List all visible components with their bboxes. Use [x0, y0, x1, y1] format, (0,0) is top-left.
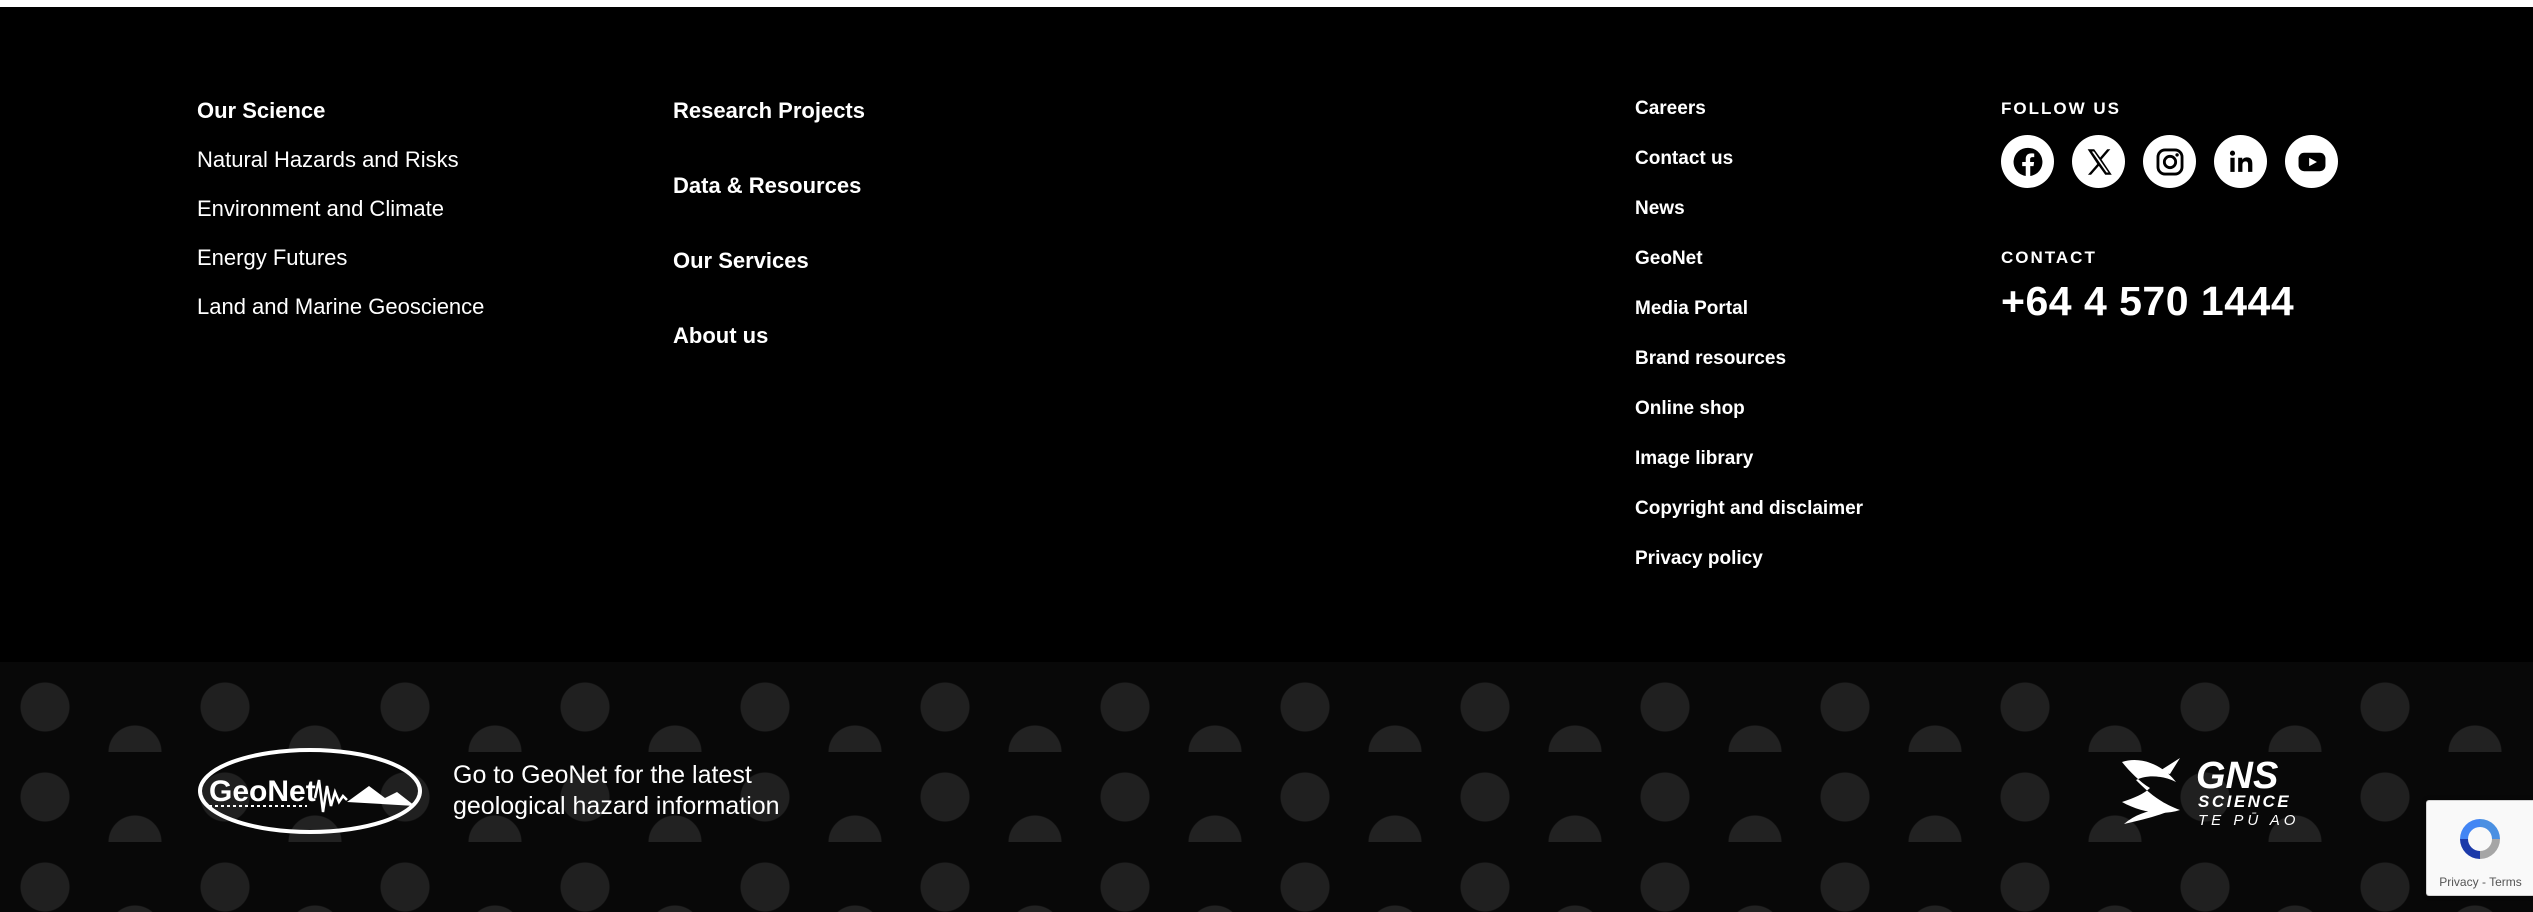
x-twitter-icon[interactable] — [2072, 135, 2125, 188]
link-geonet[interactable]: GeoNet — [1635, 249, 1863, 268]
geonet-promo-text: Go to GeoNet for the latest geological h… — [453, 760, 780, 822]
youtube-icon[interactable] — [2285, 135, 2338, 188]
link-copyright-disclaimer[interactable]: Copyright and disclaimer — [1635, 499, 1863, 518]
link-contact-us[interactable]: Contact us — [1635, 149, 1863, 168]
gns-science-logo[interactable]: GNS SCIENCE TE PŪ AO — [2118, 754, 2332, 830]
link-environment-climate[interactable]: Environment and Climate — [197, 198, 484, 220]
follow-us-label: FOLLOW US — [2001, 99, 2121, 118]
link-research-projects[interactable]: Research Projects — [673, 100, 865, 122]
facebook-icon[interactable] — [2001, 135, 2054, 188]
linkedin-icon[interactable] — [2214, 135, 2267, 188]
top-divider — [0, 0, 2533, 7]
our-science-column: Our Science Natural Hazards and Risks En… — [197, 100, 484, 345]
gns-logo-tepuao: TE PŪ AO — [2198, 812, 2299, 829]
pattern-band: GeoNet Go to GeoNet for the latest geolo… — [0, 662, 2533, 912]
geonet-logo-icon: GeoNet — [198, 748, 422, 834]
gns-logo-name: GNS — [2196, 755, 2278, 797]
recaptcha-badge[interactable]: Privacy - Terms — [2426, 800, 2533, 896]
geonet-promo-link[interactable]: GeoNet Go to GeoNet for the latest geolo… — [197, 746, 780, 836]
recaptcha-terms-link[interactable]: Terms — [2489, 875, 2522, 889]
social-links — [2001, 135, 2338, 188]
main-links-column: Research Projects Data & Resources Our S… — [673, 100, 865, 400]
link-brand-resources[interactable]: Brand resources — [1635, 349, 1863, 368]
geonet-promo-line-1: Go to GeoNet for the latest — [453, 761, 752, 789]
link-privacy-policy[interactable]: Privacy policy — [1635, 549, 1863, 568]
recaptcha-separator: - — [2478, 875, 2490, 889]
geonet-logo-text: GeoNet — [209, 775, 316, 808]
link-image-library[interactable]: Image library — [1635, 449, 1863, 468]
recaptcha-links: Privacy - Terms — [2427, 875, 2533, 889]
follow-contact-column: FOLLOW US CONTACT +64 4 570 1444 — [2001, 99, 2338, 325]
instagram-icon[interactable] — [2143, 135, 2196, 188]
link-natural-hazards[interactable]: Natural Hazards and Risks — [197, 149, 484, 171]
link-our-services[interactable]: Our Services — [673, 250, 865, 272]
link-media-portal[interactable]: Media Portal — [1635, 299, 1863, 318]
utility-links-column: Careers Contact us News GeoNet Media Por… — [1635, 99, 1863, 599]
link-news[interactable]: News — [1635, 199, 1863, 218]
phone-number-link[interactable]: +64 4 570 1444 — [2001, 278, 2338, 325]
link-about-us[interactable]: About us — [673, 325, 865, 347]
recaptcha-privacy-link[interactable]: Privacy — [2439, 875, 2478, 889]
link-energy-futures[interactable]: Energy Futures — [197, 247, 484, 269]
link-online-shop[interactable]: Online shop — [1635, 399, 1863, 418]
contact-label: CONTACT — [2001, 248, 2097, 267]
site-footer: Our Science Natural Hazards and Risks En… — [0, 7, 2533, 662]
recaptcha-icon — [2460, 819, 2500, 859]
our-science-heading-link[interactable]: Our Science — [197, 100, 484, 122]
link-data-resources[interactable]: Data & Resources — [673, 175, 865, 197]
geonet-promo-line-2: geological hazard information — [453, 792, 780, 820]
gns-logo-science: SCIENCE — [2198, 792, 2291, 811]
link-careers[interactable]: Careers — [1635, 99, 1863, 118]
link-land-marine-geoscience[interactable]: Land and Marine Geoscience — [197, 296, 484, 318]
